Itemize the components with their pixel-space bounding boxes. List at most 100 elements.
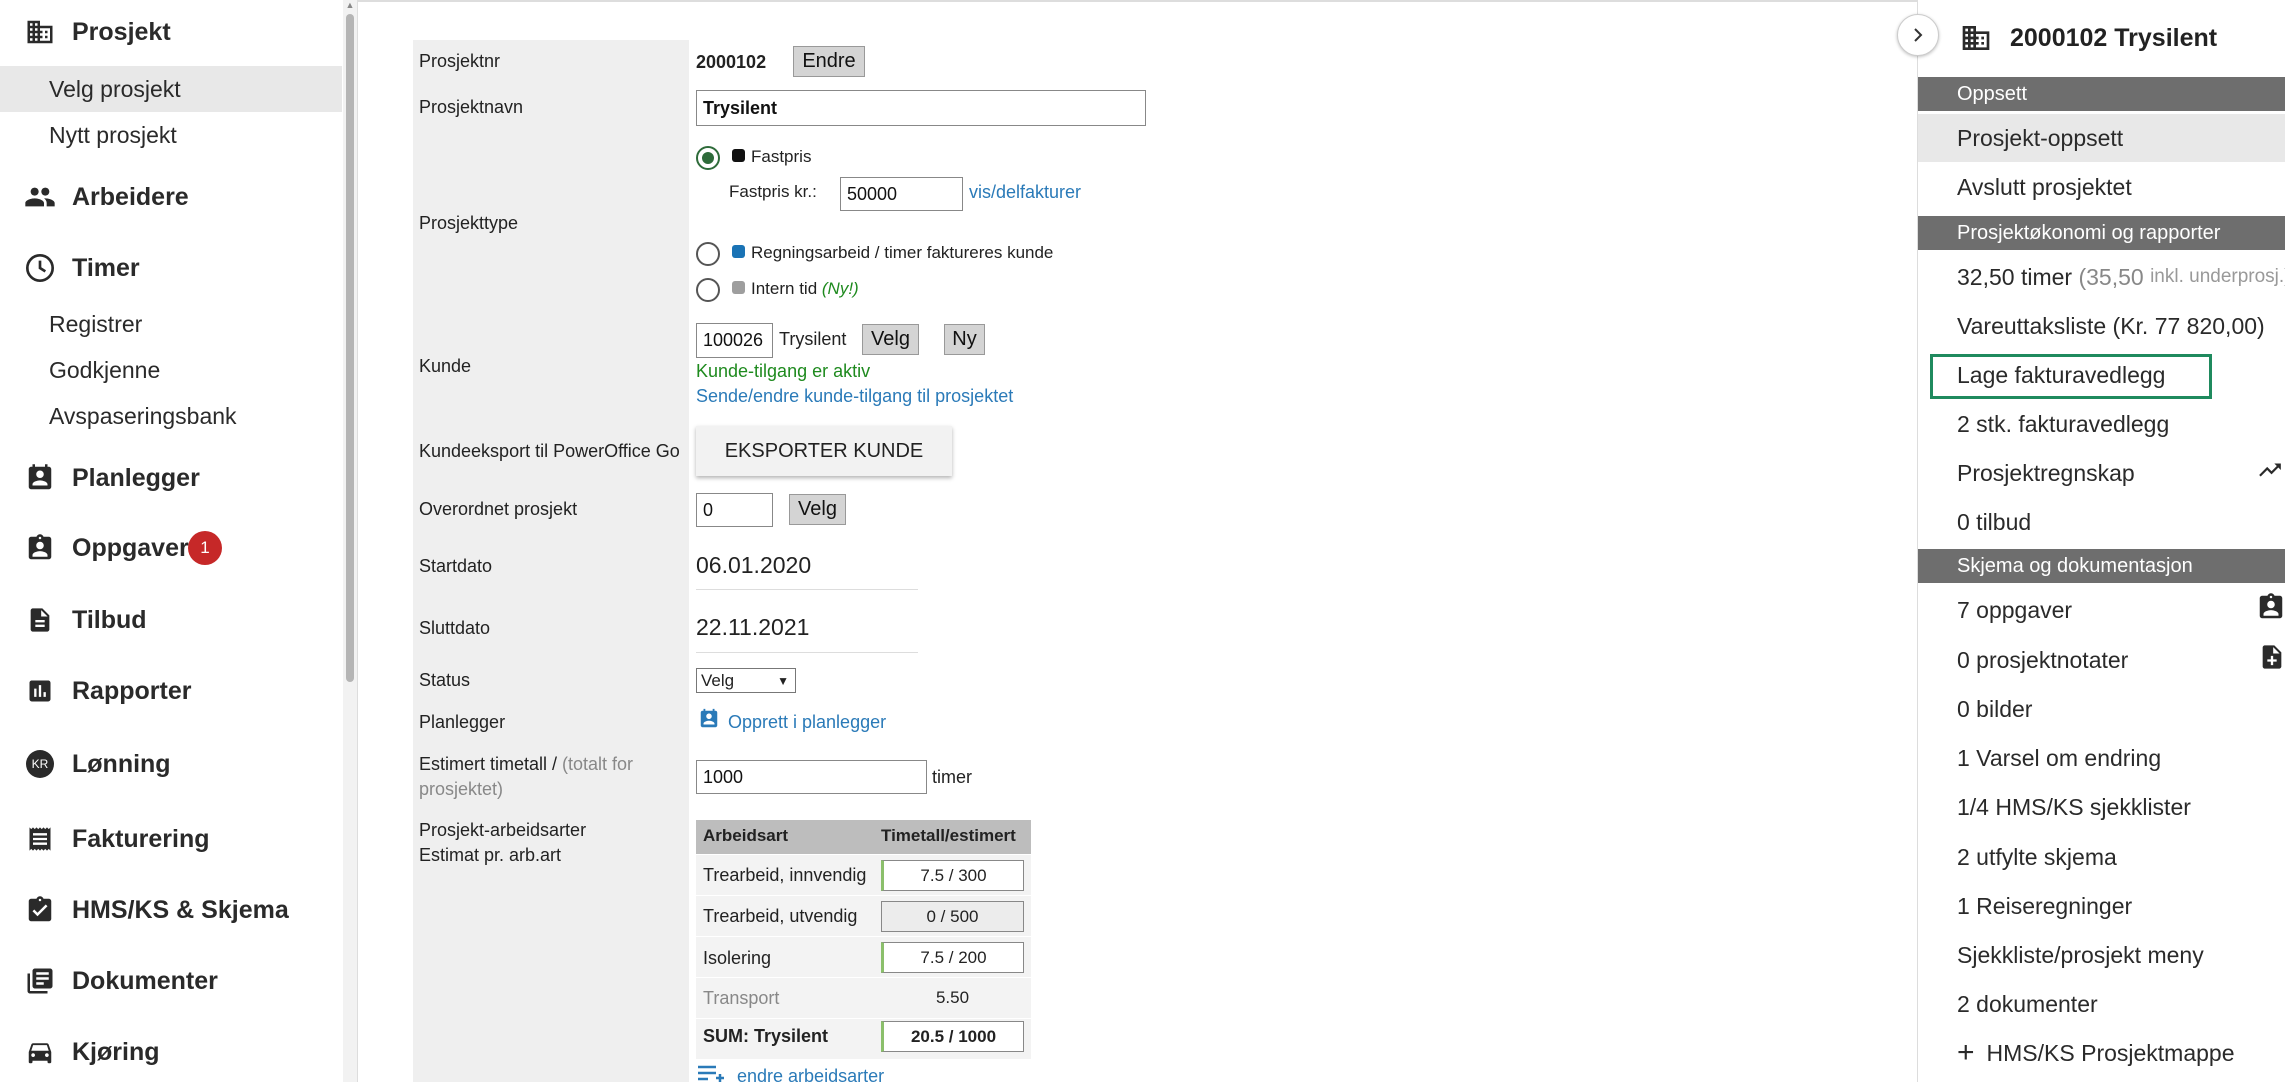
oppgaver-item[interactable]: 7 oppgaver	[1918, 586, 2285, 634]
avslutt-prosjektet-item[interactable]: Avslutt prosjektet	[1918, 163, 2285, 211]
kunde-nr-input[interactable]: 100026	[696, 323, 773, 358]
kunde-velg-button[interactable]: Velg	[862, 324, 919, 355]
chevron-right-icon	[1914, 28, 1923, 42]
clipboard-check-icon	[24, 894, 56, 926]
utfylte-skjema-item[interactable]: 2 utfylte skjema	[1918, 833, 2285, 881]
scroll-up-arrow-icon[interactable]: ▲	[344, 0, 356, 12]
reiseregninger-item[interactable]: 1 Reiseregninger	[1918, 882, 2285, 930]
status-select[interactable]: Velg ▼	[696, 668, 796, 693]
fastpris-label: Fastpris	[751, 147, 812, 166]
prosjektnavn-input[interactable]: Trysilent	[696, 90, 1146, 126]
startdato-label: Startdato	[419, 556, 493, 576]
sluttdato-value[interactable]: 22.11.2021	[696, 614, 809, 641]
endre-button[interactable]: Endre	[793, 46, 865, 77]
section-oppsett: Oppsett	[1918, 77, 2285, 111]
arbeidsart-name: Transport	[703, 988, 780, 1008]
planner-icon	[698, 708, 720, 735]
sjekkliste-meny-item[interactable]: Sjekkliste/prosjekt meny	[1918, 931, 2285, 979]
nav-prosjekt[interactable]: Prosjekt	[0, 2, 343, 62]
dokumenter-item[interactable]: 2 dokumenter	[1918, 980, 2285, 1028]
overordnet-velg-button[interactable]: Velg	[789, 494, 846, 525]
oppgaver-label: 7 oppgaver	[1957, 596, 2073, 623]
arbeidsart-value: 5.50	[935, 988, 970, 1007]
nav-lonning[interactable]: KR Lønning	[0, 734, 343, 794]
people-icon	[24, 181, 56, 213]
nav-avspaseringsbank[interactable]: Avspaseringsbank	[0, 393, 342, 439]
library-books-icon	[24, 965, 56, 997]
arbeidsarter-label-2: Estimat pr. arb.art	[419, 845, 562, 865]
hms-prosjektmappe-item[interactable]: + HMS/KS Prosjektmappe	[1918, 1029, 2285, 1077]
nav-godkjenne-label: Godkjenne	[49, 356, 161, 383]
hms-sjekklister-item[interactable]: 1/4 HMS/KS sjekklister	[1918, 783, 2285, 831]
nav-nytt-prosjekt-label: Nytt prosjekt	[49, 121, 177, 148]
nav-timer[interactable]: Timer	[0, 238, 343, 298]
nav-tilbud[interactable]: Tilbud	[0, 590, 343, 650]
startdato-underline	[696, 589, 918, 590]
nav-fakturering-label: Fakturering	[72, 824, 210, 853]
timer-item[interactable]: 32,50 timer (35,50 inkl. underprosj.)	[1918, 253, 2285, 301]
nav-nytt-prosjekt[interactable]: Nytt prosjekt	[0, 112, 342, 158]
note-add-icon	[2258, 642, 2285, 678]
nav-dokumenter[interactable]: Dokumenter	[0, 951, 343, 1011]
building-icon	[24, 16, 56, 48]
regningsarbeid-radio[interactable]	[696, 242, 720, 266]
nav-kjoring[interactable]: Kjøring	[0, 1022, 343, 1082]
arbeidsart-estimate-input[interactable]: 7.5 / 200	[881, 942, 1024, 973]
kunde-ny-button[interactable]: Ny	[944, 324, 985, 355]
intern-tid-text: Intern tid	[751, 279, 818, 298]
nav-velg-prosjekt-label: Velg prosjekt	[49, 75, 181, 102]
nav-registrer[interactable]: Registrer	[0, 301, 342, 347]
fastpris-kr-label: Fastpris kr.:	[729, 182, 817, 201]
arbeidsart-estimate-input[interactable]: 7.5 / 300	[881, 860, 1024, 891]
vareuttaksliste-item[interactable]: Vareuttaksliste (Kr. 77 820,00)	[1918, 302, 2285, 350]
sidebar-divider	[357, 0, 358, 1082]
fakturavedlegg-item[interactable]: 2 stk. fakturavedlegg	[1918, 400, 2285, 448]
sende-kunde-tilgang-link[interactable]: Sende/endre kunde-tilgang til prosjektet	[696, 386, 1013, 407]
nav-hms[interactable]: HMS/KS & Skjema	[0, 880, 343, 940]
estimert-label: Estimert timetall / (totalt for prosjekt…	[419, 752, 633, 802]
nav-oppgaver[interactable]: Oppgaver 1	[0, 518, 343, 578]
startdato-value[interactable]: 06.01.2020	[696, 552, 811, 579]
plus-icon: +	[1957, 1036, 1975, 1069]
estimert-label-note-2: prosjektet)	[419, 779, 504, 799]
eksporter-kunde-button[interactable]: EKSPORTER KUNDE	[696, 426, 952, 476]
arbeidsarter-label-1: Prosjekt-arbeidsarter	[419, 820, 587, 840]
nav-velg-prosjekt[interactable]: Velg prosjekt	[0, 66, 342, 112]
arbeidsart-name: Trearbeid, innvendig	[703, 865, 867, 885]
nav-arbeidere[interactable]: Arbeidere	[0, 167, 343, 227]
prosjekt-oppsett-item[interactable]: Prosjekt-oppsett	[1918, 114, 2285, 162]
nav-planlegger[interactable]: Planlegger	[0, 448, 343, 508]
nav-godkjenne[interactable]: Godkjenne	[0, 347, 342, 393]
prosjektnotater-item[interactable]: 0 prosjektnotater	[1918, 636, 2285, 684]
vis-delfakturer-link[interactable]: vis/delfakturer	[969, 182, 1081, 203]
collapse-panel-button[interactable]	[1897, 14, 1939, 56]
bilder-item[interactable]: 0 bilder	[1918, 685, 2285, 733]
nav-rapporter[interactable]: Rapporter	[0, 661, 343, 721]
nav-fakturering[interactable]: Fakturering	[0, 809, 343, 869]
section-okonomi: Prosjektøkonomi og rapporter	[1918, 216, 2285, 250]
intern-tid-radio[interactable]	[696, 278, 720, 302]
kunde-navn: Trysilent	[779, 329, 847, 349]
sidebar: Prosjekt Velg prosjekt Nytt prosjekt Arb…	[0, 0, 343, 1082]
prosjektregnskap-item[interactable]: Prosjektregnskap	[1918, 449, 2285, 497]
sidebar-scrollbar-thumb[interactable]	[346, 14, 354, 682]
overordnet-input[interactable]: 0	[696, 493, 773, 527]
hms-prosjektmappe-label: HMS/KS Prosjektmappe	[1986, 1039, 2235, 1066]
fastpris-kr-input[interactable]: 50000	[840, 177, 963, 211]
tilbud-item[interactable]: 0 tilbud	[1918, 498, 2285, 546]
kundeeksport-label: Kundeeksport til PowerOffice Go	[419, 441, 680, 461]
estimert-timetall-input[interactable]: 1000	[696, 760, 927, 794]
opprett-i-planlegger-link[interactable]: Opprett i planlegger	[728, 712, 886, 733]
timer-count: 32,50 timer	[1957, 263, 2073, 290]
varsel-om-endring-item[interactable]: 1 Varsel om endring	[1918, 734, 2285, 782]
fastpris-radio[interactable]	[696, 146, 720, 170]
overordnet-label: Overordnet prosjekt	[419, 499, 578, 519]
arbeidsart-estimate-input[interactable]: 0 / 500	[881, 901, 1024, 932]
kunde-tilgang-status: Kunde-tilgang er aktiv	[696, 361, 871, 381]
intern-tid-label: Intern tid (Ny!)	[751, 279, 859, 299]
endre-arbeidsarter-link[interactable]: endre arbeidsarter	[737, 1066, 884, 1087]
planner-icon	[24, 462, 56, 494]
timer-incl-note: inkl. underprosj.)	[2150, 266, 2285, 287]
fastpris-color-square	[732, 149, 745, 162]
timer-incl: (35,50	[2078, 263, 2144, 290]
